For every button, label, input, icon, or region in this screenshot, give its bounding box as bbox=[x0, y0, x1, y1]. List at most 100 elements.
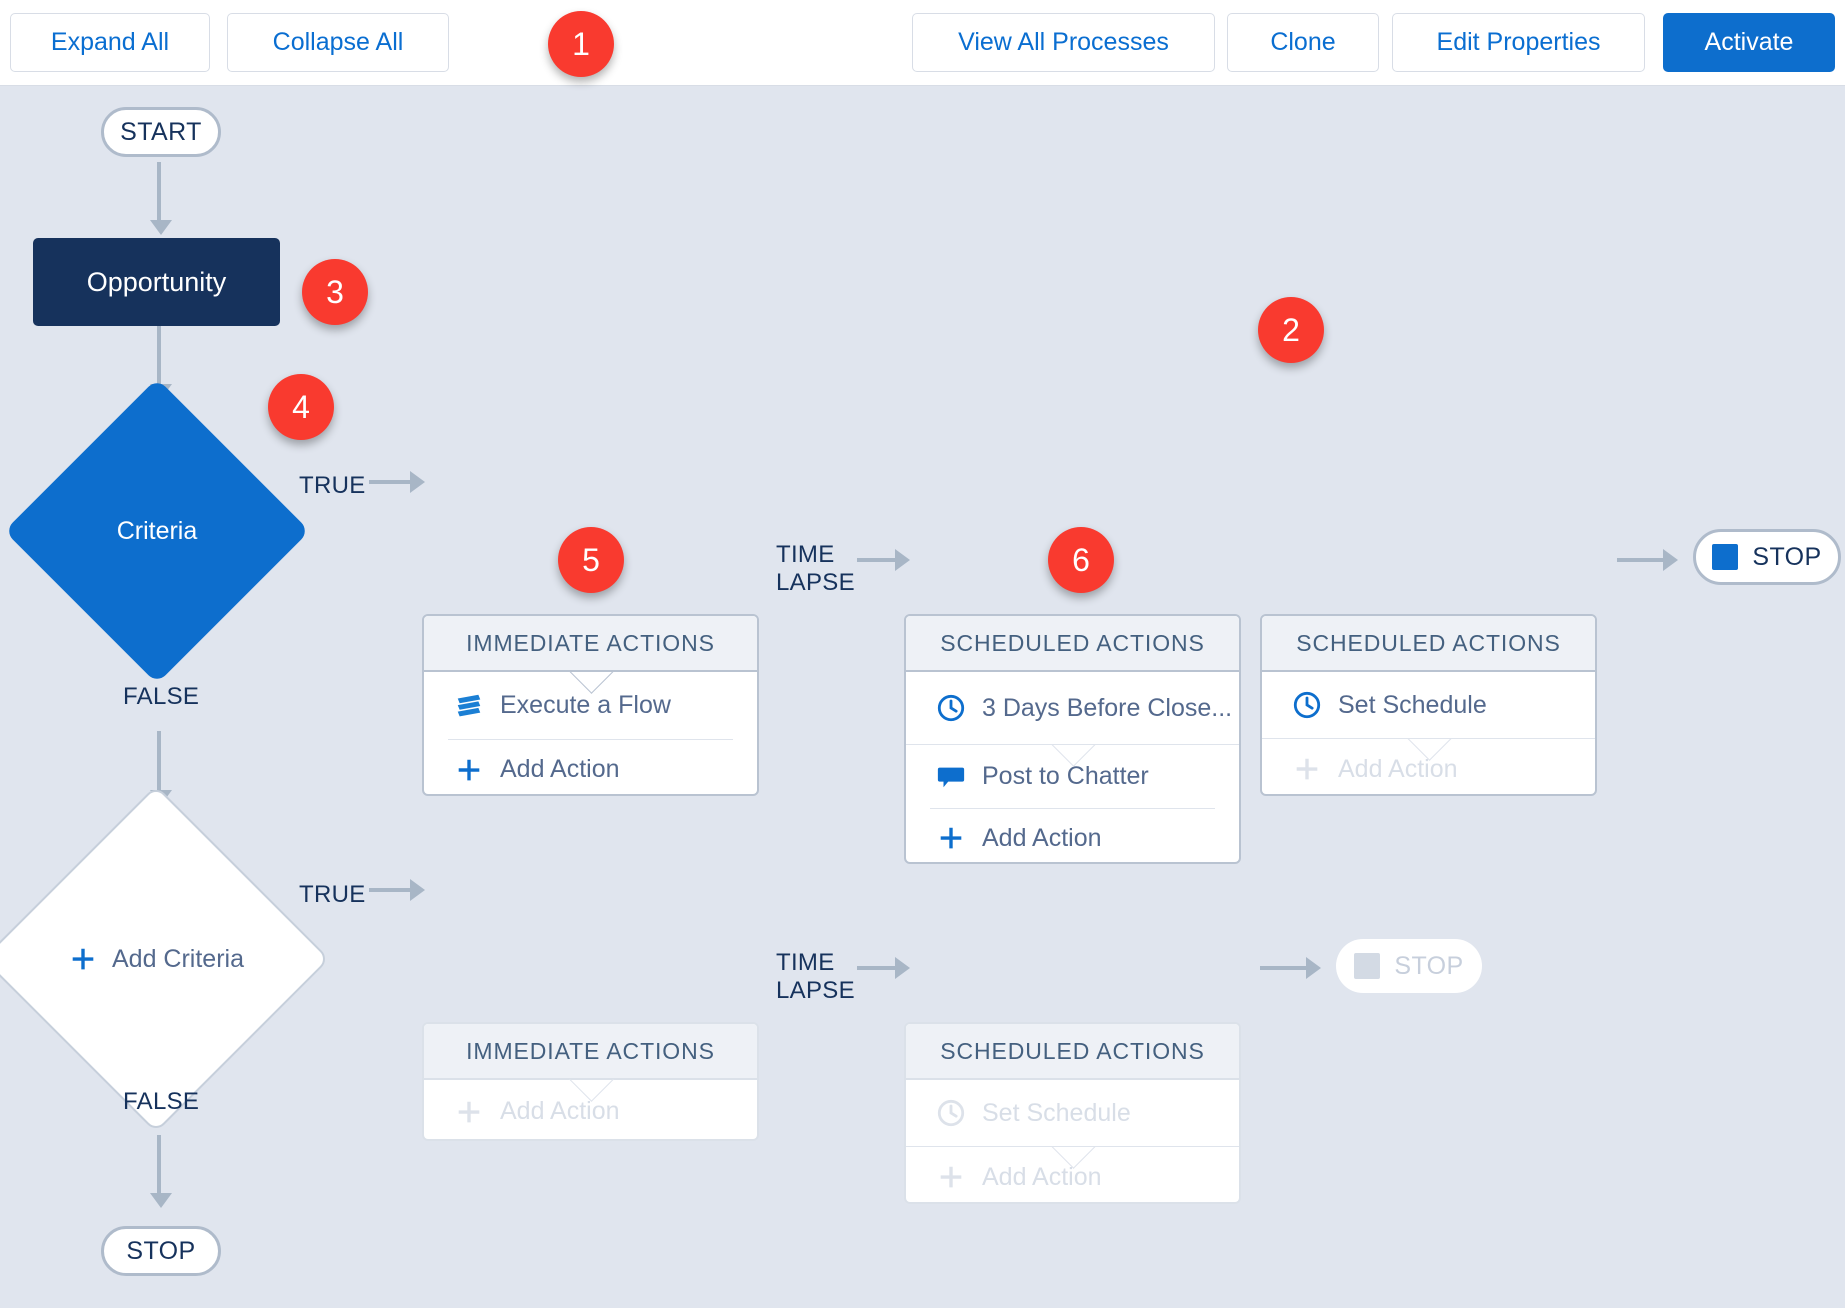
clock-icon bbox=[1292, 690, 1322, 720]
stop-node-ghost-label: STOP bbox=[1394, 951, 1464, 980]
time-lapse-label-1-line2: LAPSE bbox=[776, 569, 855, 596]
action-row-set-schedule-1[interactable]: Set Schedule bbox=[1262, 672, 1595, 738]
action-row-execute-flow-label: Execute a Flow bbox=[500, 691, 671, 719]
connector-add-criteria-true bbox=[369, 888, 412, 892]
connector-criteria-false bbox=[157, 731, 161, 794]
stop-square-icon bbox=[1354, 953, 1381, 979]
clone-button[interactable]: Clone bbox=[1227, 13, 1379, 72]
connector-arrow-add-criteria-true bbox=[410, 879, 425, 901]
clock-icon bbox=[936, 693, 966, 723]
action-row-post-to-chatter[interactable]: Post to Chatter bbox=[906, 744, 1239, 808]
clock-icon bbox=[936, 1098, 966, 1128]
immediate-actions-card-1[interactable]: IMMEDIATE ACTIONS Execute a Flow Add Act… bbox=[422, 614, 759, 796]
collapse-all-button[interactable]: Collapse All bbox=[227, 13, 449, 72]
edge-label-false-2: FALSE bbox=[123, 1088, 200, 1115]
annotation-badge-3: 3 bbox=[302, 259, 368, 325]
add-action-row-4[interactable]: Add Action bbox=[424, 1080, 757, 1139]
action-row-set-schedule-1-label: Set Schedule bbox=[1338, 690, 1487, 719]
connector-start-to-object bbox=[157, 162, 161, 224]
time-lapse-label-2-line1: TIME bbox=[776, 949, 835, 976]
stop-square-icon bbox=[1712, 544, 1739, 570]
add-criteria-node[interactable]: Add Criteria bbox=[0, 785, 330, 1133]
scheduled-actions-card-1-header: SCHEDULED ACTIONS bbox=[906, 616, 1239, 672]
connector-arrow-criteria-true bbox=[410, 471, 425, 493]
plus-icon bbox=[454, 1097, 484, 1127]
connector-arrow-add-criteria-false bbox=[150, 1193, 172, 1208]
plus-icon bbox=[68, 944, 98, 974]
scheduled-actions-card-3[interactable]: SCHEDULED ACTIONS Set Schedule Add Actio… bbox=[904, 1022, 1241, 1204]
scheduled-actions-card-2[interactable]: SCHEDULED ACTIONS Set Schedule Add Actio… bbox=[1260, 614, 1597, 796]
connector-criteria-true bbox=[369, 480, 412, 484]
stop-node-ghost[interactable]: STOP bbox=[1336, 939, 1482, 993]
immediate-actions-card-2-header: IMMEDIATE ACTIONS bbox=[424, 1024, 757, 1080]
stop-node-bottom[interactable]: STOP bbox=[101, 1226, 221, 1276]
start-node[interactable]: START bbox=[101, 107, 221, 157]
annotation-badge-5: 5 bbox=[558, 527, 624, 593]
connector-arrow-start-to-object bbox=[150, 220, 172, 235]
time-lapse-label-2-line2: LAPSE bbox=[776, 977, 855, 1004]
start-node-label: START bbox=[120, 117, 202, 146]
time-lapse-label-2: TIME LAPSE bbox=[776, 949, 855, 1005]
plus-icon bbox=[936, 1162, 966, 1192]
connector-add-criteria-false bbox=[157, 1135, 161, 1197]
flow-icon bbox=[454, 691, 484, 721]
add-criteria-node-label-wrap: Add Criteria bbox=[68, 944, 244, 974]
criteria-node-label-wrap: Criteria bbox=[117, 517, 198, 546]
add-action-row-3-label: Add Action bbox=[1338, 754, 1458, 783]
annotation-badge-6: 6 bbox=[1048, 527, 1114, 593]
add-action-row-4-label: Add Action bbox=[500, 1097, 620, 1125]
add-action-row-5-label: Add Action bbox=[982, 1162, 1102, 1191]
action-row-set-schedule-2[interactable]: Set Schedule bbox=[906, 1080, 1239, 1146]
connector-arrow-scheduled-to-stop-ghost bbox=[1306, 957, 1321, 979]
connector-arrow-immediate-to-scheduled-1 bbox=[895, 549, 910, 571]
connector-arrow-immediate-to-scheduled-2 bbox=[895, 957, 910, 979]
annotation-badge-2: 2 bbox=[1258, 297, 1324, 363]
scheduled-actions-card-3-header: SCHEDULED ACTIONS bbox=[906, 1024, 1239, 1080]
add-action-row-2[interactable]: Add Action bbox=[906, 808, 1239, 862]
add-action-row-1[interactable]: Add Action bbox=[424, 739, 757, 794]
time-lapse-label-1: TIME LAPSE bbox=[776, 541, 855, 597]
connector-object-to-criteria bbox=[157, 326, 161, 388]
object-node-opportunity[interactable]: Opportunity bbox=[33, 238, 280, 326]
stop-node-right-label: STOP bbox=[1752, 542, 1822, 571]
expand-all-button[interactable]: Expand All bbox=[10, 13, 210, 72]
connector-scheduled-to-stop-ghost bbox=[1260, 966, 1308, 970]
process-toolbar: Expand All Collapse All View All Process… bbox=[0, 0, 1845, 86]
action-row-schedule-3-days[interactable]: 3 Days Before Close... bbox=[906, 672, 1239, 744]
immediate-actions-card-1-header: IMMEDIATE ACTIONS bbox=[424, 616, 757, 672]
add-action-row-3[interactable]: Add Action bbox=[1262, 738, 1595, 794]
stop-node-bottom-label: STOP bbox=[126, 1236, 196, 1265]
time-lapse-label-1-line1: TIME bbox=[776, 541, 835, 568]
plus-icon bbox=[1292, 754, 1322, 784]
immediate-actions-card-2[interactable]: IMMEDIATE ACTIONS Add Action bbox=[422, 1022, 759, 1141]
plus-icon bbox=[454, 755, 484, 785]
object-node-label: Opportunity bbox=[86, 266, 227, 297]
connector-scheduled-to-stop bbox=[1617, 558, 1665, 562]
add-criteria-node-label: Add Criteria bbox=[112, 944, 244, 973]
action-row-post-to-chatter-label: Post to Chatter bbox=[982, 761, 1149, 790]
criteria-node-label: Criteria bbox=[116, 516, 198, 545]
edge-label-true-2: TRUE bbox=[299, 881, 366, 908]
connector-immediate-to-scheduled-1 bbox=[857, 558, 897, 562]
scheduled-actions-card-2-header: SCHEDULED ACTIONS bbox=[1262, 616, 1595, 672]
process-canvas: 2 START Opportunity 3 Criteria 4 TRUE FA… bbox=[0, 86, 1845, 1308]
add-action-row-5[interactable]: Add Action bbox=[906, 1146, 1239, 1202]
edge-label-false-1: FALSE bbox=[123, 683, 200, 710]
scheduled-actions-card-1[interactable]: SCHEDULED ACTIONS 3 Days Before Close... bbox=[904, 614, 1241, 864]
add-action-row-2-label: Add Action bbox=[982, 823, 1102, 852]
connector-arrow-scheduled-to-stop bbox=[1663, 549, 1678, 571]
action-row-execute-flow[interactable]: Execute a Flow bbox=[424, 672, 757, 739]
chatter-icon bbox=[936, 761, 966, 791]
connector-immediate-to-scheduled-2 bbox=[857, 966, 897, 970]
edit-properties-button[interactable]: Edit Properties bbox=[1392, 13, 1645, 72]
add-action-row-1-label: Add Action bbox=[500, 755, 620, 783]
view-all-processes-button[interactable]: View All Processes bbox=[912, 13, 1215, 72]
edge-label-true-1: TRUE bbox=[299, 472, 366, 499]
stop-node-right[interactable]: STOP bbox=[1693, 529, 1841, 585]
annotation-badge-4: 4 bbox=[268, 374, 334, 440]
criteria-node[interactable]: Criteria bbox=[4, 378, 310, 684]
action-row-set-schedule-2-label: Set Schedule bbox=[982, 1098, 1131, 1127]
action-row-schedule-3-days-label: 3 Days Before Close... bbox=[982, 693, 1233, 722]
activate-button[interactable]: Activate bbox=[1663, 13, 1835, 72]
plus-icon bbox=[936, 823, 966, 853]
